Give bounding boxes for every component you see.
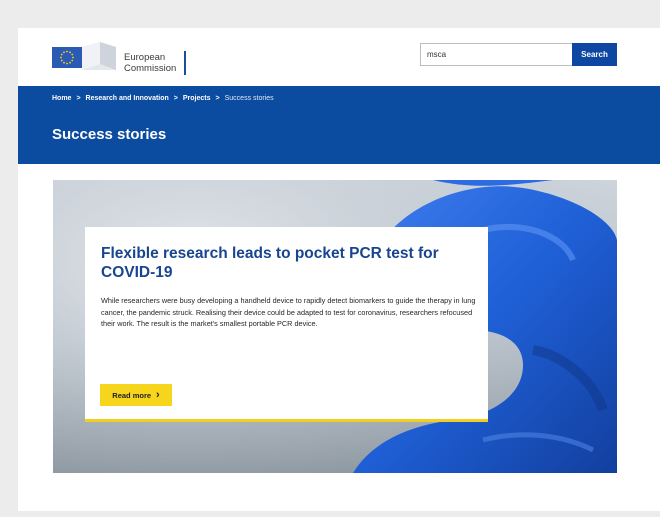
page-banner: Home > Research and Innovation > Project… (18, 86, 660, 164)
search-input[interactable] (420, 43, 573, 66)
breadcrumb-research-innovation[interactable]: Research and Innovation (86, 95, 169, 102)
logo-text: European Commission (124, 52, 176, 74)
breadcrumb-separator: > (215, 95, 220, 102)
logo-line2: Commission (124, 63, 177, 74)
chevron-right-icon: › (156, 389, 160, 401)
eu-flag-icon (52, 47, 82, 68)
breadcrumb-separator: > (173, 95, 178, 102)
breadcrumb-projects[interactable]: Projects (183, 95, 211, 102)
page-title: Success stories (52, 126, 167, 143)
logo-line1: European (124, 52, 166, 63)
ec-logo[interactable]: European Commission (52, 40, 192, 76)
read-more-label: Read more (112, 390, 152, 400)
logo-divider (184, 51, 186, 75)
breadcrumb-separator: > (76, 95, 81, 102)
site-header: European Commission Search (18, 28, 660, 86)
story-title[interactable]: Flexible research leads to pocket PCR te… (101, 244, 471, 282)
hero-banner: Flexible research leads to pocket PCR te… (53, 180, 617, 473)
story-card: Flexible research leads to pocket PCR te… (85, 227, 488, 422)
search-button[interactable]: Search (572, 43, 617, 66)
breadcrumb-current: Success stories (224, 95, 274, 102)
story-summary: While researchers were busy developing a… (101, 296, 476, 328)
page: European Commission Search Home > Resear… (18, 28, 660, 511)
read-more-button[interactable]: Read more › (100, 384, 172, 406)
logo-page-fold-icon (82, 42, 116, 70)
breadcrumb: Home > Research and Innovation > Project… (52, 95, 274, 102)
breadcrumb-home[interactable]: Home (52, 95, 71, 102)
